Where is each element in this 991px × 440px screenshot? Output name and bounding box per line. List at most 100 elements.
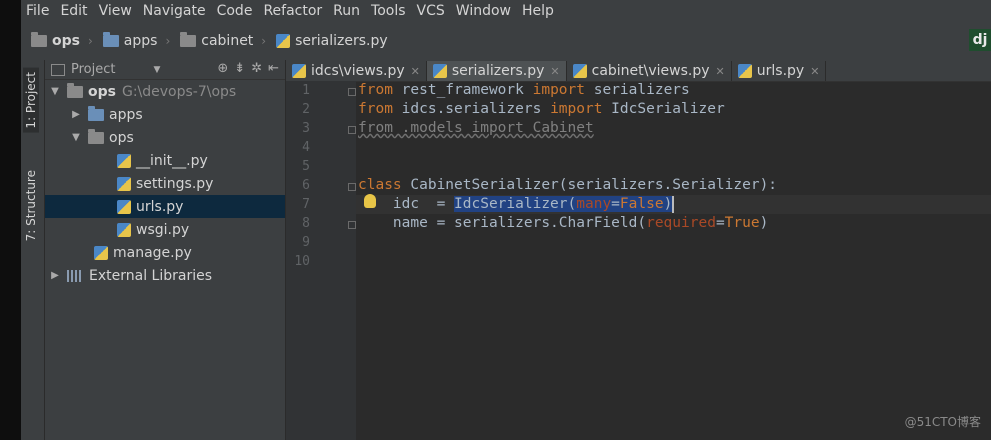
code-token: =	[715, 215, 725, 231]
unused-import: from .models import Cabinet	[358, 120, 594, 136]
target-icon[interactable]: ⊕	[217, 61, 228, 76]
folder-icon	[88, 105, 104, 121]
close-icon[interactable]: ✕	[411, 65, 420, 78]
editor: idcs\views.py ✕ serializers.py ✕ cabinet…	[286, 60, 991, 440]
code-token: idcs.serializers	[392, 101, 551, 117]
menu-edit[interactable]: Edit	[55, 3, 93, 19]
folder-icon	[88, 128, 104, 144]
collapse-all-icon[interactable]: ⇟	[234, 61, 245, 76]
tree-item-manage[interactable]: manage.py	[45, 241, 285, 264]
tab-structure[interactable]: 7: Structure	[23, 166, 39, 245]
tab-cabinet-views[interactable]: cabinet\views.py ✕	[567, 61, 732, 81]
line-number: 4	[302, 140, 310, 155]
tab-idcs-views[interactable]: idcs\views.py ✕	[286, 61, 427, 81]
breadcrumb-item-ops[interactable]: ops ›	[31, 32, 93, 49]
dropdown-arrow-icon: ▼	[153, 64, 161, 75]
expand-arrow-icon[interactable]: ▶	[70, 109, 82, 120]
project-panel-header: Project ▼ ⊕ ⇟ ✲ ⇤	[45, 60, 285, 80]
tab-urls[interactable]: urls.py ✕	[732, 61, 827, 81]
code-token: CabinetSerializer(serializers.Serializer…	[401, 177, 778, 193]
close-icon[interactable]: ✕	[550, 65, 559, 78]
breadcrumb-item-cabinet[interactable]: cabinet ›	[180, 32, 266, 49]
python-file-icon	[276, 34, 291, 48]
code-token: rest_framework	[392, 82, 533, 98]
expand-arrow-icon[interactable]: ▼	[49, 86, 61, 97]
line-number: 9	[302, 235, 310, 250]
close-icon[interactable]: ✕	[716, 65, 725, 78]
tool-window-strip: 1: Project 7: Structure	[21, 60, 45, 440]
menu-refactor[interactable]: Refactor	[258, 3, 328, 19]
tree-item-wsgi[interactable]: wsgi.py	[45, 218, 285, 241]
code-token: )	[759, 215, 769, 231]
editor-tabs: idcs\views.py ✕ serializers.py ✕ cabinet…	[286, 60, 991, 82]
tree-item-label: External Libraries	[89, 267, 212, 284]
menu-tools[interactable]: Tools	[366, 3, 412, 19]
folder-icon	[102, 32, 119, 47]
keyword: from	[358, 101, 393, 117]
tree-item-label: wsgi.py	[136, 221, 190, 238]
fold-marker-icon[interactable]	[348, 221, 356, 229]
code-line-7: idc = IdcSerializer(many=False)	[358, 195, 675, 214]
menu-window[interactable]: Window	[451, 3, 517, 19]
code-token: )	[663, 196, 673, 212]
code-line-6: class CabinetSerializer(serializers.Seri…	[358, 176, 777, 195]
breadcrumb-label: apps	[123, 33, 158, 49]
tree-item-ops-package[interactable]: ▼ ops	[45, 126, 285, 149]
breadcrumb: ops › apps › cabinet › serializers.py	[21, 22, 991, 61]
line-number: 1	[302, 83, 310, 98]
keyword: import	[550, 101, 603, 117]
breadcrumb-item-apps[interactable]: apps ›	[102, 32, 170, 49]
menu-help[interactable]: Help	[517, 3, 560, 19]
library-icon	[67, 269, 83, 282]
tree-item-urls[interactable]: urls.py	[45, 195, 285, 218]
menu-run[interactable]: Run	[328, 3, 366, 19]
fold-marker-icon[interactable]	[348, 183, 356, 191]
tree-item-path: G:\devops-7\ops	[121, 83, 237, 100]
python-file-icon	[117, 153, 131, 168]
keyword: import	[532, 82, 585, 98]
tree-item-label: apps	[109, 106, 143, 123]
tree-item-init[interactable]: __init__.py	[45, 149, 285, 172]
tree-item-apps[interactable]: ▶ apps	[45, 103, 285, 126]
tree-item-settings[interactable]: settings.py	[45, 172, 285, 195]
python-file-icon	[292, 64, 306, 78]
tree-item-ops-root[interactable]: ▼ ops G:\devops-7\ops	[45, 80, 285, 103]
tab-serializers[interactable]: serializers.py ✕	[426, 61, 567, 81]
menu-view[interactable]: View	[94, 3, 138, 19]
fold-marker-icon[interactable]	[348, 88, 356, 96]
menu-navigate[interactable]: Navigate	[138, 3, 212, 19]
line-number-gutter: 1 2 3 4 5 6 7 8 9 10	[286, 81, 356, 440]
breadcrumb-label: ops	[52, 33, 80, 49]
menu-code[interactable]: Code	[212, 3, 259, 19]
fold-marker-icon[interactable]	[348, 126, 356, 134]
python-file-icon	[117, 176, 131, 191]
code-token: =	[611, 196, 620, 212]
line-number: 7	[302, 197, 310, 212]
menu-vcs[interactable]: VCS	[412, 3, 451, 19]
line-number: 8	[302, 216, 310, 231]
breadcrumb-item-file[interactable]: serializers.py	[276, 33, 388, 49]
project-view-icon	[51, 63, 65, 76]
code-line-2: from idcs.serializers import IdcSerializ…	[358, 100, 725, 119]
close-icon[interactable]: ✕	[810, 65, 819, 78]
gear-icon[interactable]: ✲	[251, 61, 262, 76]
hide-panel-icon[interactable]: ⇤	[268, 61, 279, 76]
project-view-selector[interactable]: Project ▼	[51, 62, 160, 77]
expand-arrow-icon[interactable]: ▶	[49, 270, 61, 281]
lightbulb-icon[interactable]	[364, 194, 376, 208]
watermark: @51CTO博客	[904, 415, 981, 429]
code-token: name = serializers.CharField(	[358, 215, 647, 231]
expand-arrow-icon[interactable]: ▼	[70, 132, 82, 143]
python-file-icon	[572, 64, 587, 78]
menu-file[interactable]: File	[21, 3, 55, 19]
tab-project[interactable]: 1: Project	[23, 68, 39, 133]
tab-label: idcs\views.py	[311, 63, 405, 79]
python-file-icon	[737, 64, 752, 78]
tree-item-label: ops	[88, 83, 116, 100]
python-file-icon	[117, 199, 131, 214]
code-line-1: from rest_framework import serializers	[358, 81, 690, 100]
param-name: many	[576, 196, 612, 212]
tree-item-external-libraries[interactable]: ▶ External Libraries	[45, 264, 285, 287]
django-icon[interactable]: dj	[969, 29, 991, 51]
tab-structure-label: 7: Structure	[24, 170, 38, 242]
